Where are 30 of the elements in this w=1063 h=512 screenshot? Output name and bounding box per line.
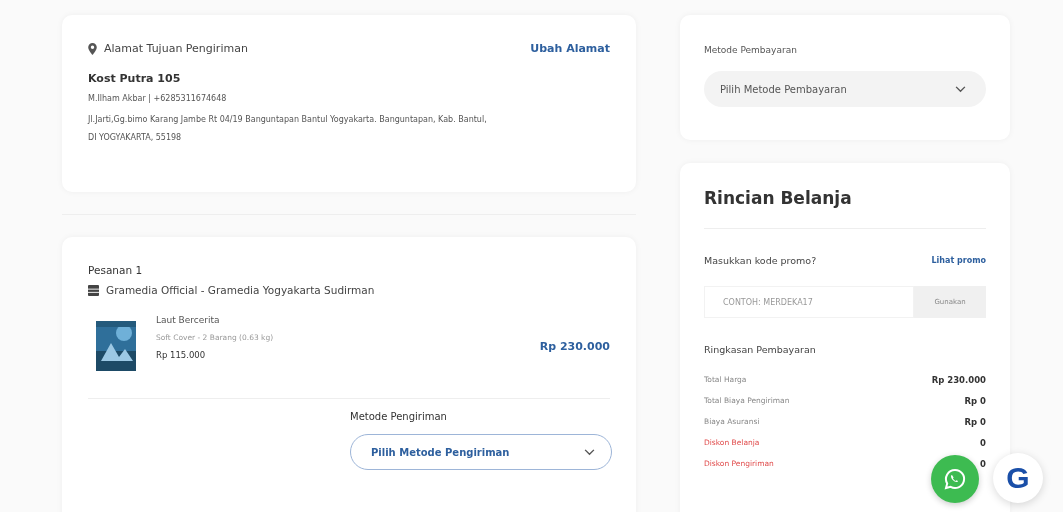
payment-dropdown[interactable]: Pilih Metode Pembayaran [704,71,986,107]
chevron-down-icon [584,448,595,456]
summary-value: Rp 0 [964,395,986,406]
summary-value: Rp 0 [964,416,986,427]
store-name: Gramedia Official - Gramedia Yogyakarta Sudirman [106,284,375,296]
recipient-name: Kost Putra 105 [88,72,182,85]
product-total: Rp 230.000 [539,339,610,353]
summary-value: 0 [980,437,986,448]
summary-value: Rp 230.000 [931,374,986,385]
breakdown-title: Ringkasan Pembayaran [704,344,817,355]
order-title: Pesanan 1 [88,264,144,276]
summary-value: 0 [980,458,986,469]
field-label: Metode Pengiriman [350,411,448,422]
chevron-down-icon [955,85,966,93]
region-address: DI YOGYAKARTA, 55198 [88,133,183,142]
product-name: Laut Bercerita [156,314,221,325]
location-pin-icon [88,42,97,55]
store-icon [88,284,99,296]
field-label: Metode Pembayaran [704,45,798,55]
unit-price: Rp 115.000 [156,349,207,360]
street-address: Jl.Jarti,Gg.bimo Karang Jambe Rt 04/19 Banguntapan Bantul Yogyakarta. Banguntapan, Kab. Bantul, [88,115,488,124]
section-title: Alamat Tujuan Pengiriman [104,42,248,55]
summary-title: Rincian Belanja [704,188,853,208]
change-address-link[interactable]: Ubah Alamat [530,42,610,55]
see-promo-link[interactable]: Lihat promo [931,256,986,265]
logo-button[interactable]: G [993,453,1043,503]
promo-label: Masukkan kode promo? [704,255,817,266]
promo-code-field[interactable]: CONTOH: MERDEKA17 [704,286,914,318]
recipient-contact: M.Ilham Akbar | +6285311674648 [88,94,228,103]
chat-bubble-icon [943,467,967,491]
